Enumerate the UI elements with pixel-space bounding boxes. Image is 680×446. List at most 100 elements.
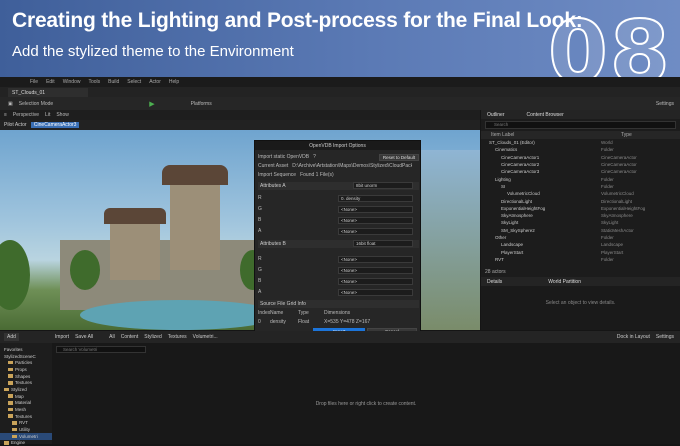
outliner-row[interactable]: SI Folder — [481, 183, 680, 190]
hamburger-icon[interactable]: ≡ — [4, 112, 7, 118]
folder-label: Engine — [11, 440, 26, 446]
folder-item[interactable]: Map — [0, 393, 52, 400]
channel-a-b-select[interactable]: <None> — [338, 216, 413, 224]
import-button-cb[interactable]: Import — [55, 334, 69, 340]
folder-item[interactable]: Engine — [0, 440, 52, 446]
outliner-row[interactable]: SkyLight SkyLight — [481, 219, 680, 226]
folder-item[interactable]: Volumetri — [0, 432, 52, 440]
asset-view[interactable]: Search Volumetri Drop files here or righ… — [52, 343, 680, 444]
folder-item[interactable]: Textures — [0, 413, 52, 420]
selection-mode-button[interactable]: Selection Mode — [19, 101, 53, 107]
outliner-row[interactable]: SkyAtmosphere SkyAtmosphere — [481, 212, 680, 219]
details-panel: Details World Partition Select an object… — [481, 277, 680, 330]
menu-window[interactable]: Window — [63, 79, 81, 85]
level-tab[interactable]: ST_Clouds_01 — [8, 88, 88, 97]
outliner-row[interactable]: Other Folder — [481, 234, 680, 241]
breadcrumb-content[interactable]: Content — [121, 334, 139, 340]
tree — [0, 240, 30, 310]
folder-item[interactable]: Props — [0, 366, 52, 373]
save-icon[interactable]: ▣ — [8, 101, 13, 107]
channel-a-r-select[interactable]: 0. density — [338, 194, 413, 202]
outliner-row[interactable]: Landscape Landscape — [481, 241, 680, 248]
folder-icon — [8, 381, 13, 385]
col-item-label[interactable]: Item Label — [481, 132, 621, 138]
breadcrumb-textures[interactable]: Textures — [168, 334, 187, 340]
tab-content-browser[interactable]: Content Browser — [527, 112, 564, 118]
outliner-row-type: VolumetricCloud — [601, 191, 634, 197]
outliner-row[interactable]: Cinematics Folder — [481, 146, 680, 153]
channel-a-a-select[interactable]: <None> — [338, 227, 413, 235]
menu-tools[interactable]: Tools — [88, 79, 100, 85]
save-all-button[interactable]: Save All — [75, 334, 93, 340]
lit-button[interactable]: Lit — [45, 112, 50, 118]
menu-build[interactable]: Build — [108, 79, 119, 85]
grid-header-name: Name — [270, 310, 284, 316]
folder-item[interactable]: Textures — [0, 379, 52, 386]
format-a-select[interactable]: 8bit unorm — [353, 182, 413, 189]
outliner-row[interactable]: ST_Clouds_01 (Editor) World — [481, 139, 680, 146]
outliner-row[interactable]: CineCameraActor3 CineCameraActor — [481, 168, 680, 175]
asset-search-input[interactable]: Search Volumetri — [56, 346, 146, 353]
perspective-button[interactable]: Perspective — [13, 112, 39, 118]
outliner-row[interactable]: ExponentialHeightFog ExponentialHeightFog — [481, 205, 680, 212]
show-button[interactable]: Show — [56, 112, 69, 118]
outliner-row[interactable]: CineCameraActor1 CineCameraActor — [481, 154, 680, 161]
tab-world-partition[interactable]: World Partition — [548, 279, 581, 285]
outliner-row[interactable]: RVT Folder — [481, 256, 680, 263]
menu-file[interactable]: File — [30, 79, 38, 85]
col-type[interactable]: Type — [621, 132, 632, 138]
openvdb-import-dialog: OpenVDB Import Options Import static Ope… — [254, 140, 421, 337]
menu-actor[interactable]: Actor — [149, 79, 161, 85]
dock-in-layout-button[interactable]: Dock in Layout — [617, 334, 650, 340]
play-icon[interactable]: ▶ — [149, 100, 154, 108]
outliner-row-type: World — [601, 140, 613, 146]
channel-b-g-select[interactable]: <None> — [338, 266, 413, 274]
folder-item[interactable]: Particles — [0, 359, 52, 366]
breadcrumb-volumetric[interactable]: Volumetri... — [193, 334, 218, 340]
favorites-label[interactable]: Favorites — [0, 346, 52, 353]
outliner-row[interactable]: PlayerStart PlayerStart — [481, 248, 680, 255]
format-b-select[interactable]: 16bit float — [353, 240, 413, 247]
menu-help[interactable]: Help — [169, 79, 179, 85]
outliner-search-input[interactable]: Search — [485, 121, 676, 129]
tab-details[interactable]: Details — [487, 279, 502, 285]
folder-icon — [8, 367, 13, 372]
folder-item[interactable]: Shapes — [0, 373, 52, 380]
banner-title: Creating the Lighting and Post-process f… — [12, 9, 583, 32]
reset-to-default-button[interactable]: Reset to Default — [379, 153, 419, 161]
outliner-row-type: CineCameraActor — [601, 162, 637, 168]
channel-b-a-select[interactable]: <None> — [338, 288, 413, 296]
channel-a-g-select[interactable]: <None> — [338, 205, 413, 213]
outliner-row[interactable]: DirectionalLight DirectionalLight — [481, 197, 680, 204]
folder-label: Textures — [15, 380, 33, 386]
outliner-row-label: Other — [495, 235, 507, 240]
attributes-a-label: Attributes A — [260, 183, 286, 189]
channel-b-b-select[interactable]: <None> — [338, 277, 413, 285]
add-button[interactable]: Add — [4, 333, 19, 341]
breadcrumb-stylized[interactable]: Stylized — [144, 334, 162, 340]
attributes-b-section: Attributes B 16bit float — [258, 240, 419, 248]
breadcrumb-all[interactable]: All — [109, 334, 115, 340]
tab-outliner[interactable]: Outliner — [487, 112, 505, 118]
help-icon[interactable]: ? — [313, 154, 316, 160]
outliner-row[interactable]: Lighting Folder — [481, 175, 680, 182]
folder-item[interactable]: RVT — [0, 420, 52, 427]
folder-label: Shapes — [15, 373, 31, 379]
folder-item[interactable]: Material — [0, 400, 52, 407]
outliner-row[interactable]: VolumetricCloud VolumetricCloud — [481, 190, 680, 197]
channel-b-r-select[interactable]: <None> — [338, 255, 413, 263]
folder-item[interactable]: Mesh — [0, 406, 52, 413]
settings-button[interactable]: Settings — [656, 101, 674, 107]
root-folder[interactable]: StylizedSceneC — [0, 353, 52, 360]
outliner-row[interactable]: SM_SkySphere2 StaticMeshActor — [481, 227, 680, 234]
content-settings-button[interactable]: Settings — [656, 334, 674, 340]
folder-item[interactable]: Stylized — [0, 386, 52, 393]
platforms-button[interactable]: Platforms — [191, 101, 212, 107]
folder-label: Volumetri — [19, 433, 38, 439]
current-asset-path: D:\Archive\Artstation\Maps\Demos\Stylize… — [292, 163, 413, 169]
menu-edit[interactable]: Edit — [46, 79, 55, 85]
outliner-row[interactable]: CineCameraActor2 CineCameraActor — [481, 161, 680, 168]
folder-item[interactable]: Utility — [0, 426, 52, 433]
outliner-panel: Outliner Content Browser Search Item Lab… — [481, 110, 680, 277]
menu-select[interactable]: Select — [127, 79, 141, 85]
